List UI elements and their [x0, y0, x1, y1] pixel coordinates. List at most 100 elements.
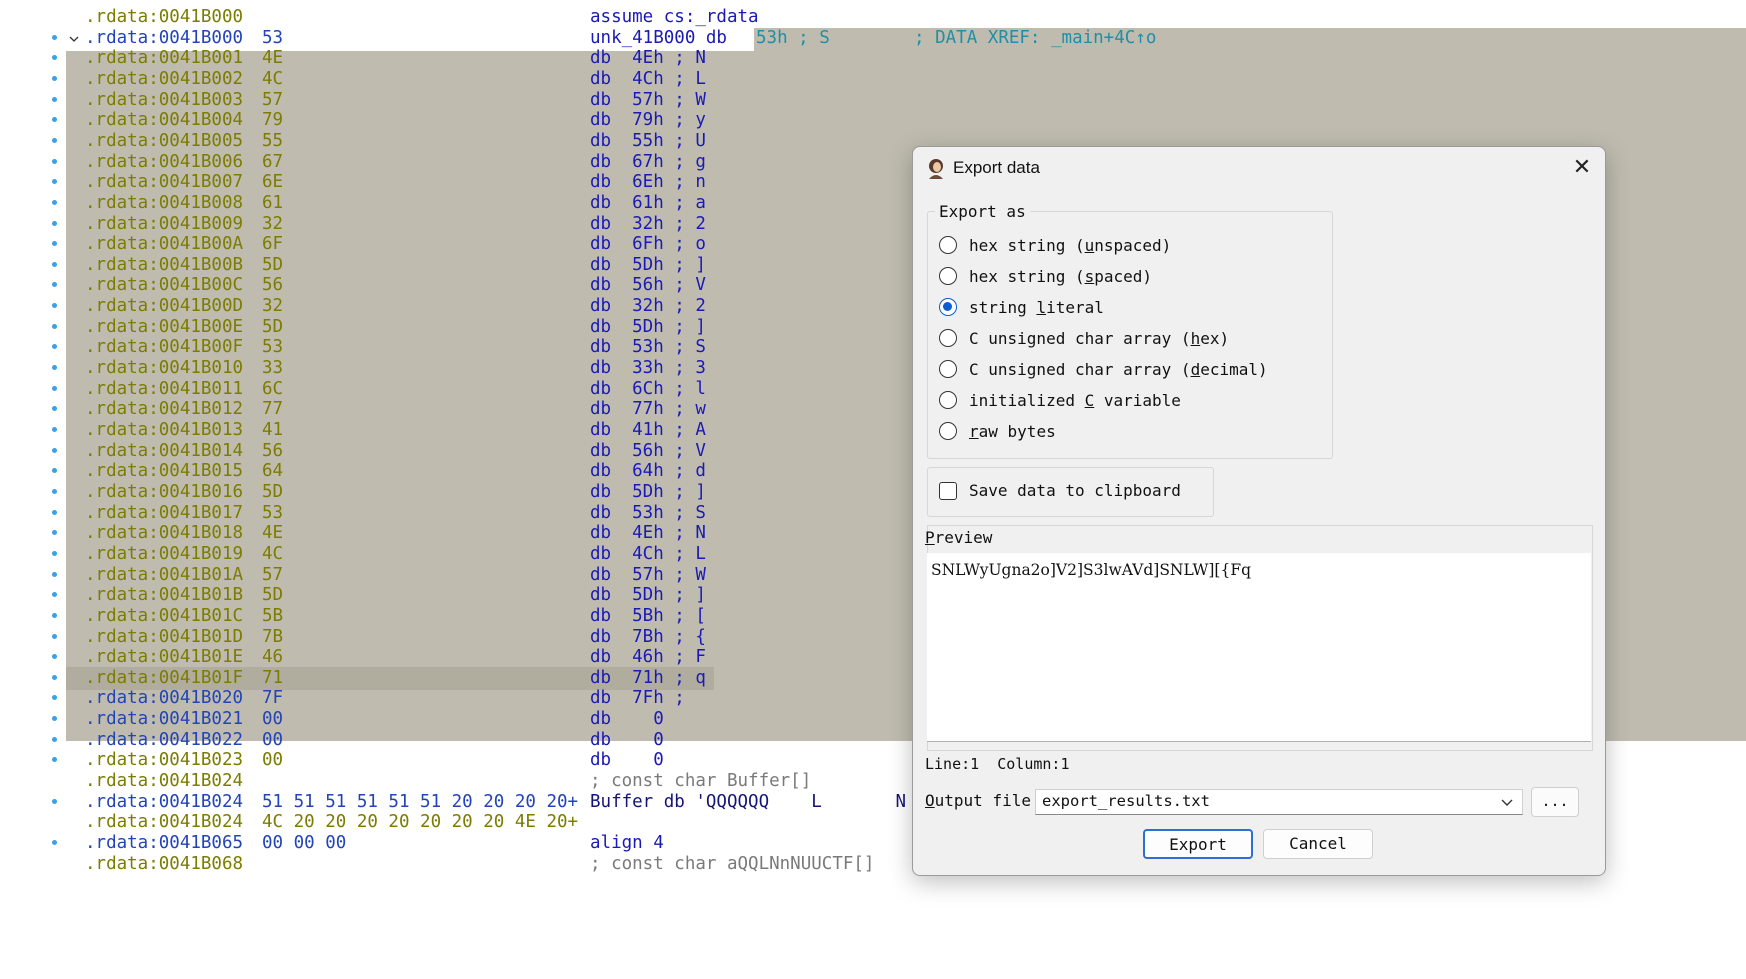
instruction: db 77h ; w [590, 399, 706, 419]
browse-button[interactable]: ... [1531, 787, 1579, 817]
byte-values: 4E [262, 48, 284, 68]
instruction: db 4Eh ; N [590, 523, 706, 543]
radio-label[interactable]: C unsigned char array (hex) [969, 326, 1229, 352]
byte-values: 55 [262, 131, 284, 151]
export-as-label: Export as [935, 202, 1030, 221]
instruction: db 61h ; a [590, 193, 706, 213]
address: .rdata:0041B018 [85, 523, 244, 543]
instruction: db 4Ch ; L [590, 69, 706, 89]
radio-button[interactable] [939, 267, 957, 285]
byte-values: 56 [262, 275, 284, 295]
instruction: db 6Eh ; n [590, 172, 706, 192]
instruction: db 4Ch ; L [590, 544, 706, 564]
radio-button[interactable] [939, 298, 957, 316]
byte-values: 7F [262, 688, 284, 708]
output-file-combo[interactable]: export_results.txt [1035, 789, 1523, 815]
instruction: db 53h ; S [590, 337, 706, 357]
byte-values: 5B [262, 606, 284, 626]
address: .rdata:0041B068 [85, 854, 244, 874]
instruction: db 5Dh ; ] [590, 482, 706, 502]
byte-values: 4E [262, 523, 284, 543]
instruction: ; const char Buffer[] [590, 771, 812, 791]
radio-button[interactable] [939, 236, 957, 254]
instruction: db 56h ; V [590, 275, 706, 295]
instruction: db 79h ; y [590, 110, 706, 130]
radio-label[interactable]: initialized C variable [969, 388, 1181, 414]
address: .rdata:0041B013 [85, 420, 244, 440]
address: .rdata:0041B012 [85, 399, 244, 419]
byte-values: 5D [262, 482, 284, 502]
save-to-clipboard-checkbox[interactable] [939, 482, 957, 500]
byte-values: 64 [262, 461, 284, 481]
address: .rdata:0041B00D [85, 296, 244, 316]
address: .rdata:0041B016 [85, 482, 244, 502]
byte-values: 53 [262, 337, 284, 357]
byte-values: 79 [262, 110, 284, 130]
address: .rdata:0041B008 [85, 193, 244, 213]
preview-text: SNLWyUgna2o]V2]S3lwAVd]SNLW][{Fq [931, 561, 1252, 579]
address: .rdata:0041B00A [85, 234, 244, 254]
radio-label[interactable]: hex string (spaced) [969, 264, 1152, 290]
listing-row[interactable]: .rdata:0041B004 79 db 79h ; y [0, 109, 1746, 132]
chevron-down-icon[interactable] [69, 34, 79, 44]
instruction: db 64h ; d [590, 461, 706, 481]
byte-values: 33 [262, 358, 284, 378]
radio-label[interactable]: string literal [969, 295, 1104, 321]
address: .rdata:0041B007 [85, 172, 244, 192]
byte-values: 00 [262, 750, 284, 770]
instruction: db 6Fh ; o [590, 234, 706, 254]
radio-button[interactable] [939, 391, 957, 409]
save-to-clipboard-label[interactable]: Save data to clipboard [969, 479, 1181, 503]
listing-row[interactable]: .rdata:0041B001 4E db 4Eh ; N [0, 47, 1746, 70]
radio-button[interactable] [939, 329, 957, 347]
address: .rdata:0041B024 [85, 812, 244, 832]
instruction: db 5Dh ; ] [590, 585, 706, 605]
ida-app-icon [929, 159, 943, 179]
radio-button[interactable] [939, 360, 957, 378]
address: .rdata:0041B024 [85, 771, 244, 791]
instruction: db 33h ; 3 [590, 358, 706, 378]
export-data-dialog: Export data ✕ Export as hex string (unsp… [912, 146, 1606, 876]
instruction: ; const char aQQLNnNUUCTF[] [590, 854, 875, 874]
instruction: db 41h ; A [590, 420, 706, 440]
listing-row[interactable]: .rdata:0041B002 4C db 4Ch ; L [0, 68, 1746, 91]
instruction: assume cs:_rdata [590, 7, 759, 27]
export-button[interactable]: Export [1143, 829, 1253, 859]
address: .rdata:0041B002 [85, 69, 244, 89]
byte-values: 4C 20 20 20 20 20 20 20 4E 20+ [262, 812, 579, 832]
preview-label: Preview [925, 528, 993, 547]
preview-text-area[interactable] [927, 553, 1591, 742]
radio-button[interactable] [939, 422, 957, 440]
cancel-button[interactable]: Cancel [1263, 829, 1373, 859]
address: .rdata:0041B00F [85, 337, 244, 357]
address: .rdata:0041B021 [85, 709, 244, 729]
byte-values: 4C [262, 544, 284, 564]
address: .rdata:0041B015 [85, 461, 244, 481]
byte-values: 6E [262, 172, 284, 192]
radio-label[interactable]: hex string (unspaced) [969, 233, 1171, 259]
instruction: db 7Fh ; [590, 688, 685, 708]
byte-values: 46 [262, 647, 284, 667]
radio-label[interactable]: raw bytes [969, 419, 1056, 445]
dialog-title-bar[interactable]: Export data ✕ [913, 147, 1605, 187]
address: .rdata:0041B00C [85, 275, 244, 295]
chevron-down-icon[interactable] [1500, 795, 1514, 809]
byte-values: 5D [262, 585, 284, 605]
instruction: db 4Eh ; N [590, 48, 706, 68]
byte-values: 61 [262, 193, 284, 213]
radio-label[interactable]: C unsigned char array (decimal) [969, 357, 1268, 383]
listing-row[interactable]: .rdata:0041B000 assume cs:_rdata [0, 6, 1746, 29]
close-button[interactable]: ✕ [1569, 155, 1595, 181]
byte-values: 77 [262, 399, 284, 419]
byte-values: 41 [262, 420, 284, 440]
instruction: db 5Bh ; [ [590, 606, 706, 626]
byte-values: 00 00 00 [262, 833, 347, 853]
address: .rdata:0041B065 [85, 833, 244, 853]
address: .rdata:0041B01C [85, 606, 244, 626]
address: .rdata:0041B023 [85, 750, 244, 770]
output-file-label: Output file [925, 791, 1031, 810]
byte-values: 6F [262, 234, 284, 254]
address: .rdata:0041B019 [85, 544, 244, 564]
output-file-value: export_results.txt [1042, 792, 1210, 810]
address: .rdata:0041B005 [85, 131, 244, 151]
